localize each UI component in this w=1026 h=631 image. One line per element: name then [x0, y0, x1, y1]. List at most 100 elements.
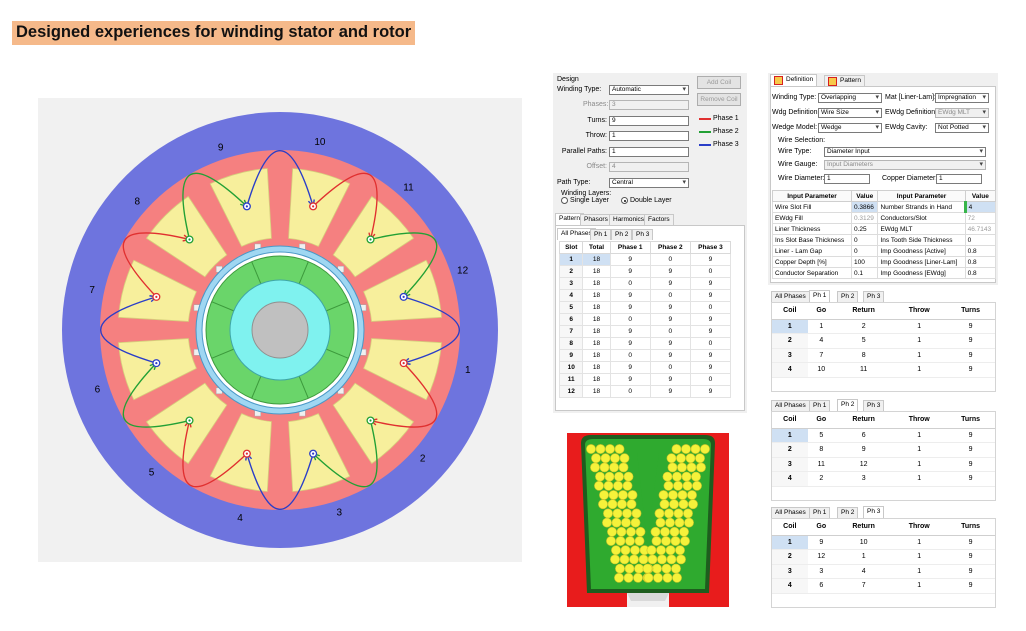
add-coil-button[interactable]: Add Coil: [697, 76, 741, 89]
table-cell[interactable]: 9: [609, 325, 651, 338]
single-layer-radio[interactable]: [561, 197, 568, 204]
remove-coil-button[interactable]: Remove Coil: [697, 93, 741, 106]
table-cell[interactable]: 0: [609, 349, 651, 362]
table-cell[interactable]: 0: [689, 265, 732, 278]
table-row[interactable]: 15619: [772, 428, 995, 443]
ewdg-cavity-select[interactable]: Not Potted: [935, 123, 989, 133]
coil-tab-1[interactable]: Ph 1: [809, 400, 831, 411]
offset-input[interactable]: 4: [609, 162, 689, 172]
table-cell[interactable]: 1: [892, 362, 947, 378]
coil-tab-0[interactable]: All Phases: [771, 400, 810, 411]
table-row[interactable]: 5 18 9 9 0: [558, 301, 732, 314]
table-row[interactable]: 4 18 9 0 9: [558, 289, 732, 302]
table-cell[interactable]: 6: [834, 428, 893, 443]
coil-tab-1[interactable]: Ph 1: [809, 290, 831, 302]
table-cell[interactable]: 1: [892, 564, 947, 579]
table-cell[interactable]: 3: [772, 564, 808, 579]
table-cell[interactable]: 1: [772, 319, 808, 334]
path-type-select[interactable]: Central: [609, 178, 689, 188]
table-cell[interactable]: 4: [807, 333, 835, 349]
table-row[interactable]: 2 12 1 1 9: [772, 549, 995, 565]
table-cell[interactable]: 1: [772, 535, 808, 550]
table-cell[interactable]: 0: [649, 325, 691, 338]
parallel-paths-input[interactable]: 1: [609, 147, 689, 157]
table-cell[interactable]: 9: [649, 301, 691, 314]
tab-factors[interactable]: Factors: [644, 214, 674, 225]
coil-tab-2[interactable]: Ph 2: [837, 291, 859, 302]
table-cell[interactable]: 1: [892, 319, 947, 334]
param-value[interactable]: 0.8: [964, 267, 997, 279]
coil-tab-3[interactable]: Ph 3: [863, 291, 885, 302]
wire-gauge-select[interactable]: Input Diameters: [824, 160, 986, 170]
table-cell[interactable]: 3: [834, 471, 893, 487]
param-value[interactable]: 0: [850, 245, 879, 257]
table-row[interactable]: 11 18 9 9 0: [558, 373, 732, 386]
table-cell[interactable]: 9: [946, 549, 995, 565]
coil-tab-0[interactable]: All Phases: [771, 507, 810, 518]
throw-input[interactable]: 1: [609, 131, 689, 141]
table-row[interactable]: EWdg Fill 0.3129 Conductors/Slot 72: [772, 212, 997, 224]
table-cell[interactable]: 18: [582, 289, 611, 302]
table-row[interactable]: 3 11 12 1 9: [772, 457, 995, 472]
table-cell[interactable]: 9: [649, 313, 691, 326]
table-cell[interactable]: 1: [834, 549, 893, 565]
table-cell[interactable]: 5: [834, 333, 893, 349]
table-cell[interactable]: 0: [689, 301, 732, 314]
subtab-ph3[interactable]: Ph 3: [632, 229, 654, 240]
wire-type-select[interactable]: Diameter Input: [824, 147, 986, 157]
table-row[interactable]: 37819: [772, 348, 995, 363]
table-cell[interactable]: 1: [892, 348, 947, 363]
table-cell[interactable]: 9: [689, 289, 732, 302]
table-cell[interactable]: 9: [609, 265, 651, 278]
table-cell[interactable]: 1: [772, 428, 808, 443]
table-cell[interactable]: 3: [772, 348, 808, 363]
table-row[interactable]: Conductor Separation 0.1 Imp Goodness [EWd…: [772, 267, 997, 279]
tab-definition-pattern[interactable]: Pattern: [824, 75, 865, 86]
table-cell[interactable]: 11: [558, 373, 584, 386]
table-row[interactable]: 46719: [772, 578, 995, 594]
table-cell[interactable]: 9: [946, 535, 995, 550]
table-cell[interactable]: 9: [946, 442, 995, 458]
table-cell[interactable]: 18: [582, 301, 611, 314]
table-cell[interactable]: 9: [609, 253, 651, 266]
table-row[interactable]: 12 18 0 9 9: [558, 385, 732, 398]
table-cell[interactable]: 9: [609, 337, 651, 350]
table-cell[interactable]: 18: [582, 361, 611, 374]
param-value[interactable]: 4: [963, 201, 997, 213]
copper-diameter-input[interactable]: 1: [936, 174, 982, 184]
table-cell[interactable]: 3: [558, 277, 584, 290]
coil-tab-3[interactable]: Ph 3: [863, 506, 885, 518]
wdg-definition-select[interactable]: Wire Size: [818, 108, 882, 118]
table-row[interactable]: Liner Thickness 0.25 EWdg MLT 46.7143: [772, 223, 997, 235]
table-cell[interactable]: 2: [772, 549, 808, 565]
table-cell[interactable]: 1: [892, 578, 947, 594]
table-cell[interactable]: 12: [807, 549, 835, 565]
table-cell[interactable]: 9: [689, 253, 732, 266]
table-cell[interactable]: 1: [892, 333, 947, 349]
table-cell[interactable]: 7: [834, 578, 893, 594]
table-cell[interactable]: 9: [649, 265, 691, 278]
table-row[interactable]: 6 18 0 9 9: [558, 313, 732, 326]
table-cell[interactable]: 4: [772, 578, 808, 594]
subtab-ph2[interactable]: Ph 2: [611, 229, 633, 240]
table-cell[interactable]: 3: [807, 564, 835, 579]
table-row[interactable]: 2 18 9 9 0: [558, 265, 732, 278]
table-cell[interactable]: 9: [689, 361, 732, 374]
table-cell[interactable]: 9: [946, 348, 995, 363]
table-cell[interactable]: 6: [558, 313, 584, 326]
def-winding-type-select[interactable]: Overlapping: [818, 93, 882, 103]
param-value[interactable]: 0.8: [964, 245, 997, 257]
table-cell[interactable]: 4: [834, 564, 893, 579]
table-cell[interactable]: 9: [946, 428, 995, 443]
table-cell[interactable]: 0: [649, 289, 691, 302]
table-cell[interactable]: 7: [807, 348, 835, 363]
table-cell[interactable]: 9: [689, 385, 732, 398]
table-cell[interactable]: 2: [834, 319, 893, 334]
table-cell[interactable]: 2: [772, 333, 808, 349]
table-cell[interactable]: 18: [582, 325, 611, 338]
table-cell[interactable]: 9: [689, 349, 732, 362]
param-value[interactable]: 0: [964, 234, 997, 246]
table-row[interactable]: 8 18 9 9 0: [558, 337, 732, 350]
table-cell[interactable]: 8: [834, 348, 893, 363]
coil-tab-2[interactable]: Ph 2: [837, 507, 859, 518]
